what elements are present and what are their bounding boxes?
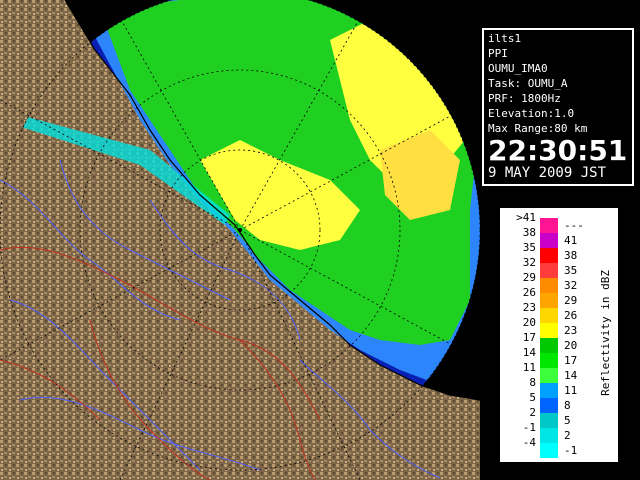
legend-swatch bbox=[540, 383, 558, 398]
legend-lower-bound: 11 bbox=[522, 361, 536, 374]
reflectivity-legend: >41 --- 38 41 35 38 32 35 29 32 26 29 23 26 20 23 17 20 14… bbox=[500, 208, 618, 462]
station-name: ilts1 bbox=[488, 32, 522, 45]
legend-lower-bound: 2 bbox=[529, 406, 536, 419]
legend-upper-bound: 17 bbox=[564, 354, 578, 367]
legend-swatch bbox=[540, 233, 558, 248]
elevation-value: Elevation:1.0 bbox=[488, 107, 575, 120]
legend-swatch bbox=[540, 308, 558, 323]
legend-upper-bound: 26 bbox=[564, 309, 578, 322]
legend-lower-bound: >41 bbox=[516, 211, 536, 224]
legend-upper-bound: 41 bbox=[564, 234, 578, 247]
legend-row: -4 -1 bbox=[508, 436, 598, 458]
legend-lower-bound: 17 bbox=[522, 331, 536, 344]
scan-date: 9 MAY 2009 JST bbox=[488, 165, 607, 181]
legend-upper-bound: 23 bbox=[564, 324, 578, 337]
legend-upper-bound: 2 bbox=[564, 429, 571, 442]
legend-swatch bbox=[540, 353, 558, 368]
legend-unit-label: Reflectivity in dBZ bbox=[599, 270, 612, 396]
legend-swatch bbox=[540, 278, 558, 293]
legend-lower-bound: -4 bbox=[522, 436, 536, 449]
legend-lower-bound: 23 bbox=[522, 301, 536, 314]
legend-upper-bound: -1 bbox=[564, 444, 578, 457]
info-panel: ilts1 PPI OUMU_IMA0 Task: OUMU_A PRF: 18… bbox=[482, 28, 634, 186]
radar-display: ilts1 PPI OUMU_IMA0 Task: OUMU_A PRF: 18… bbox=[0, 0, 640, 480]
legend-lower-bound: 8 bbox=[529, 376, 536, 389]
legend-swatch bbox=[540, 398, 558, 413]
legend-lower-bound: 26 bbox=[522, 286, 536, 299]
task-name: Task: OUMU_A bbox=[488, 77, 568, 90]
legend-swatch bbox=[540, 413, 558, 428]
legend-lower-bound: 38 bbox=[522, 226, 536, 239]
legend-swatch bbox=[540, 248, 558, 263]
legend-lower-bound: 5 bbox=[529, 391, 536, 404]
legend-lower-bound: 29 bbox=[522, 271, 536, 284]
legend-upper-bound: 38 bbox=[564, 249, 578, 262]
legend-lower-bound: 35 bbox=[522, 241, 536, 254]
legend-lower-bound: 14 bbox=[522, 346, 536, 359]
legend-swatch bbox=[540, 218, 558, 233]
legend-swatch bbox=[540, 323, 558, 338]
legend-lower-bound: 32 bbox=[522, 256, 536, 269]
product-id: OUMU_IMA0 bbox=[488, 62, 548, 75]
legend-lower-bound: 20 bbox=[522, 316, 536, 329]
legend-upper-bound: 8 bbox=[564, 399, 571, 412]
legend-upper-bound: 29 bbox=[564, 294, 578, 307]
legend-upper-bound: 35 bbox=[564, 264, 578, 277]
legend-swatch bbox=[540, 293, 558, 308]
legend-upper-bound: --- bbox=[564, 219, 584, 232]
legend-upper-bound: 11 bbox=[564, 384, 578, 397]
legend-upper-bound: 14 bbox=[564, 369, 578, 382]
legend-upper-bound: 32 bbox=[564, 279, 578, 292]
radar-site-marker bbox=[238, 228, 242, 232]
scan-mode: PPI bbox=[488, 47, 508, 60]
legend-swatch bbox=[540, 428, 558, 443]
prf-value: PRF: 1800Hz bbox=[488, 92, 561, 105]
legend-swatch bbox=[540, 368, 558, 383]
legend-upper-bound: 20 bbox=[564, 339, 578, 352]
legend-upper-bound: 5 bbox=[564, 414, 571, 427]
legend-lower-bound: -1 bbox=[522, 421, 536, 434]
scan-time: 22:30:51 bbox=[488, 134, 628, 167]
legend-swatch bbox=[540, 338, 558, 353]
legend-swatch bbox=[540, 263, 558, 278]
radar-ppi-map bbox=[0, 0, 480, 480]
legend-swatch bbox=[540, 443, 558, 458]
